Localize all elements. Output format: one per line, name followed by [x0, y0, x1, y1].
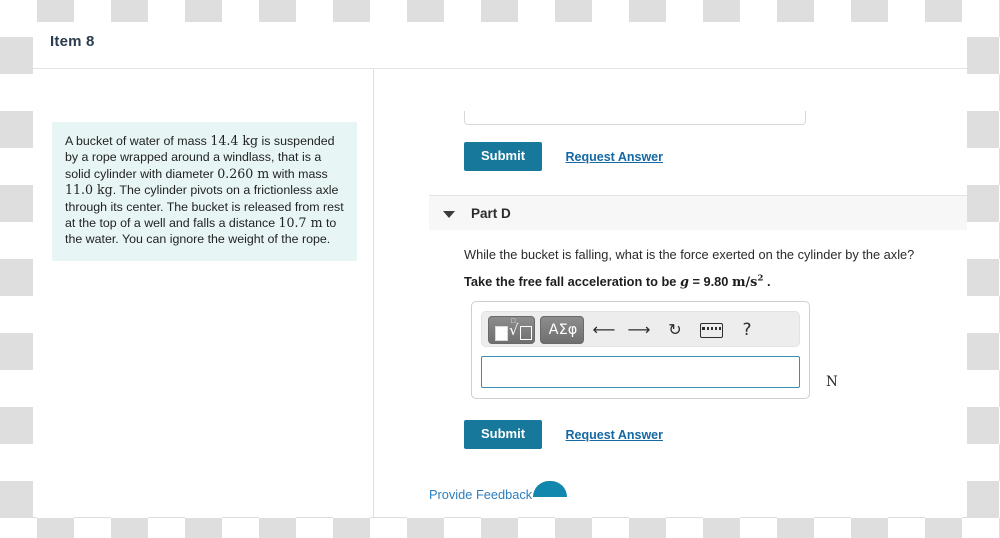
- chevron-down-icon[interactable]: [443, 211, 455, 218]
- submit-button-part-d[interactable]: Submit: [464, 420, 543, 449]
- problem-mass-1: 14.4 kg: [210, 133, 259, 148]
- hint-unit: m/s: [731, 275, 758, 290]
- answer-unit-label: N: [826, 374, 838, 390]
- problem-distance: 10.7 m: [278, 215, 323, 231]
- part-d-actions: Submit Request Answer: [464, 420, 663, 449]
- greek-letters-icon: ΑΣφ: [548, 322, 578, 338]
- square-root-icon: √: [509, 321, 519, 339]
- content-panel: Item 8 A bucket of water of mass 14.4 kg…: [33, 22, 967, 517]
- square-box-icon: [495, 326, 508, 341]
- submit-button-previous[interactable]: Submit: [464, 142, 543, 171]
- part-d-label: Part D: [471, 206, 511, 221]
- hint-prefix: Take the free fall acceleration to be: [464, 274, 680, 289]
- previous-part-actions: Submit Request Answer: [464, 142, 663, 171]
- answer-editor: □ √ ΑΣφ ⟵ ⟶ ↻ ?: [471, 301, 810, 399]
- hint-equals: = 9.80: [688, 274, 732, 289]
- math-templates-button[interactable]: □ √: [488, 316, 535, 344]
- item-header: Item 8: [33, 22, 967, 68]
- part-d-hint: Take the free fall acceleration to be g …: [464, 273, 964, 291]
- problem-mass-2: 11.0 kg: [65, 182, 113, 198]
- radicand-box-icon: [520, 326, 532, 340]
- redo-icon[interactable]: ⟶: [627, 316, 651, 344]
- help-icon[interactable]: ?: [737, 316, 757, 344]
- keyboard-icon[interactable]: [698, 316, 724, 344]
- request-answer-link-previous[interactable]: Request Answer: [566, 150, 663, 164]
- greek-symbols-button[interactable]: ΑΣφ: [540, 316, 584, 344]
- request-answer-link-part-d[interactable]: Request Answer: [566, 428, 663, 442]
- hint-variable: g: [679, 275, 689, 290]
- part-d-header[interactable]: Part D: [429, 195, 967, 230]
- undo-icon[interactable]: ⟵: [592, 316, 616, 344]
- reset-icon[interactable]: ↻: [663, 316, 687, 344]
- content-row: A bucket of water of mass 14.4 kg is sus…: [33, 69, 967, 517]
- previous-answer-box: [464, 111, 806, 125]
- parts-column: Submit Request Answer Part D While the b…: [374, 69, 967, 517]
- hint-suffix: .: [763, 274, 771, 289]
- problem-column: A bucket of water of mass 14.4 kg is sus…: [33, 69, 373, 517]
- problem-diameter: 0.260 m: [217, 165, 270, 181]
- problem-statement-box: A bucket of water of mass 14.4 kg is sus…: [52, 122, 357, 261]
- page-title: Item 8: [50, 33, 95, 50]
- problem-text-3: with mass: [269, 166, 328, 181]
- provide-feedback-link[interactable]: Provide Feedback: [429, 487, 532, 502]
- answer-input[interactable]: [481, 356, 800, 388]
- problem-text-1: A bucket of water of mass: [65, 134, 211, 148]
- math-toolbar: □ √ ΑΣφ ⟵ ⟶ ↻ ?: [481, 311, 800, 347]
- part-d-question: While the bucket is falling, what is the…: [464, 247, 915, 262]
